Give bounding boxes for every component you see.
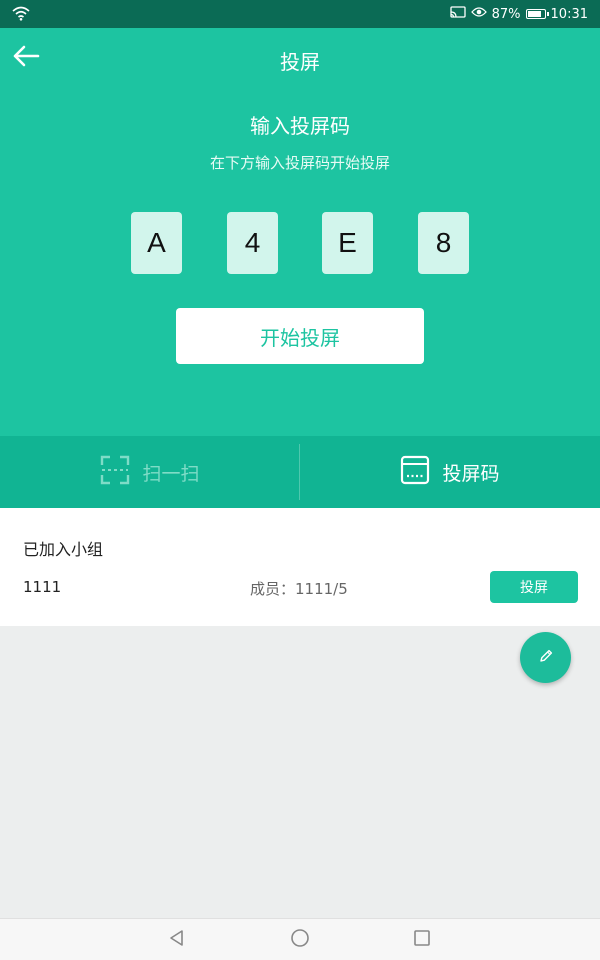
nav-recents-button[interactable] xyxy=(410,928,434,952)
page-title: 投屏 xyxy=(280,50,320,74)
back-triangle-icon xyxy=(167,928,187,952)
scan-icon xyxy=(100,455,130,490)
pencil-icon xyxy=(538,648,554,668)
code-subheading: 在下方输入投屏码开始投屏 xyxy=(209,154,390,172)
group-members: 成员：1111/5 xyxy=(250,580,348,598)
joined-groups-card: 已加入小组 1111 成员：1111/5 投屏 xyxy=(0,508,600,626)
code-digit-1[interactable]: A xyxy=(131,212,182,274)
battery-icon xyxy=(525,9,549,19)
mode-tabs: 扫一扫 投屏码 xyxy=(0,436,600,508)
code-entry-panel: 投屏 输入投屏码 在下方输入投屏码开始投屏 A 4 E 8 开始投屏 xyxy=(0,28,600,436)
code-digit-3[interactable]: E xyxy=(322,212,373,274)
battery-level xyxy=(527,11,541,17)
tab-scan-label: 扫一扫 xyxy=(142,462,200,485)
code-digit-4[interactable]: 8 xyxy=(418,212,469,274)
keyboard-icon xyxy=(400,455,430,490)
recents-square-icon xyxy=(412,928,432,952)
edit-fab[interactable] xyxy=(520,632,571,683)
cast-icon xyxy=(449,5,466,23)
system-nav-bar xyxy=(0,918,600,960)
clock: 10:31 xyxy=(550,6,588,22)
nav-back-button[interactable] xyxy=(165,928,189,952)
group-name: 1111 xyxy=(23,578,62,596)
battery-percent: 87% xyxy=(491,6,521,22)
wifi-icon xyxy=(12,5,30,25)
group-cast-button[interactable]: 投屏 xyxy=(490,571,578,603)
home-circle-icon xyxy=(290,928,310,952)
tab-cast-code-label: 投屏码 xyxy=(442,462,500,485)
tab-cast-code[interactable]: 投屏码 xyxy=(300,436,600,508)
tab-scan[interactable]: 扫一扫 xyxy=(0,436,300,508)
joined-groups-heading: 已加入小组 xyxy=(23,540,104,559)
code-heading: 输入投屏码 xyxy=(250,114,350,138)
eye-icon xyxy=(470,6,487,22)
status-bar: 87% 10:31 xyxy=(0,0,600,28)
tab-divider xyxy=(299,444,300,500)
start-cast-button[interactable]: 开始投屏 xyxy=(176,308,424,364)
nav-home-button[interactable] xyxy=(288,928,312,952)
status-icons: 87% 10:31 xyxy=(449,0,588,28)
code-digit-2[interactable]: 4 xyxy=(227,212,278,274)
